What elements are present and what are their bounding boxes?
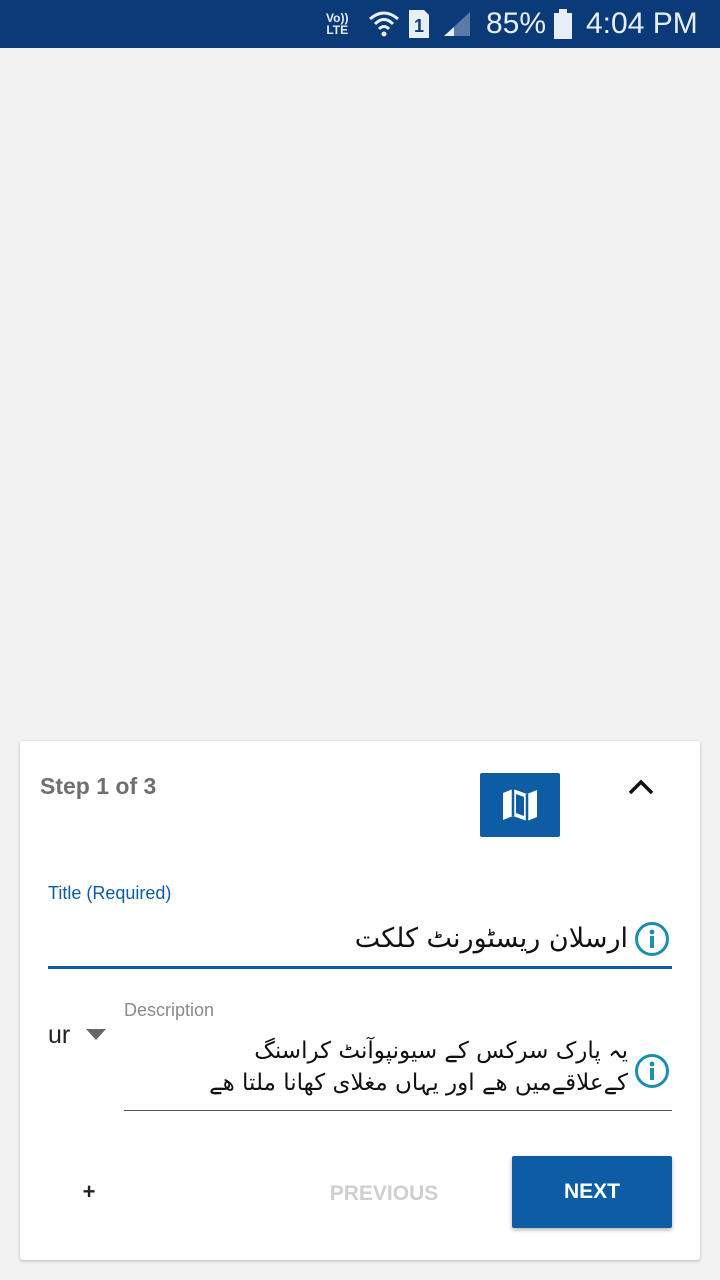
place-form-card: Step 1 of 3 Title (Required) ارسلان ریسٹ… bbox=[20, 741, 700, 1260]
signal-icon bbox=[442, 0, 472, 48]
wifi-icon bbox=[368, 0, 400, 48]
sim-icon: 1 bbox=[406, 0, 432, 48]
battery-icon bbox=[552, 0, 574, 48]
map-icon bbox=[503, 789, 537, 821]
description-input[interactable]: یہ پارک سرکس کے سیونپوآنٹ کراسنگ کےعلاقے… bbox=[124, 1029, 672, 1111]
volte-indicator: Vo)) LTE bbox=[326, 0, 348, 48]
volte-bottom-label: LTE bbox=[326, 23, 349, 37]
step-indicator: Step 1 of 3 bbox=[40, 773, 157, 799]
description-label: Description bbox=[124, 1000, 215, 1020]
status-bar: Vo)) LTE 1 85% 4:04 PM bbox=[0, 0, 720, 48]
previous-button[interactable]: PREVIOUS bbox=[320, 1175, 448, 1213]
map-button[interactable] bbox=[480, 773, 560, 837]
add-language-button[interactable]: + bbox=[78, 1179, 100, 1209]
battery-percent: 85% bbox=[486, 7, 547, 40]
language-select[interactable]: ur bbox=[48, 1021, 70, 1050]
next-button[interactable]: NEXT bbox=[512, 1156, 672, 1228]
dropdown-arrow-icon[interactable] bbox=[86, 1029, 106, 1040]
collapse-button[interactable] bbox=[620, 769, 662, 805]
title-info-icon[interactable] bbox=[634, 921, 670, 957]
title-label: Title (Required) bbox=[48, 883, 172, 903]
clock: 4:04 PM bbox=[586, 7, 698, 40]
description-value[interactable]: یہ پارک سرکس کے سیونپوآنٹ کراسنگ کےعلاقے… bbox=[158, 1035, 628, 1099]
description-line-2: کےعلاقےمیں ھے اور یہاں مغلای کھانا ملتا … bbox=[209, 1070, 628, 1096]
sim-number: 1 bbox=[414, 16, 424, 36]
title-input[interactable]: ارسلان ریسٹورنٹ کلکت bbox=[48, 913, 672, 969]
chevron-up-icon bbox=[628, 779, 654, 795]
description-line-1: یہ پارک سرکس کے سیونپوآنٹ کراسنگ bbox=[254, 1038, 628, 1064]
title-value[interactable]: ارسلان ریسٹورنٹ کلکت bbox=[355, 923, 628, 954]
description-info-icon[interactable] bbox=[634, 1053, 670, 1089]
